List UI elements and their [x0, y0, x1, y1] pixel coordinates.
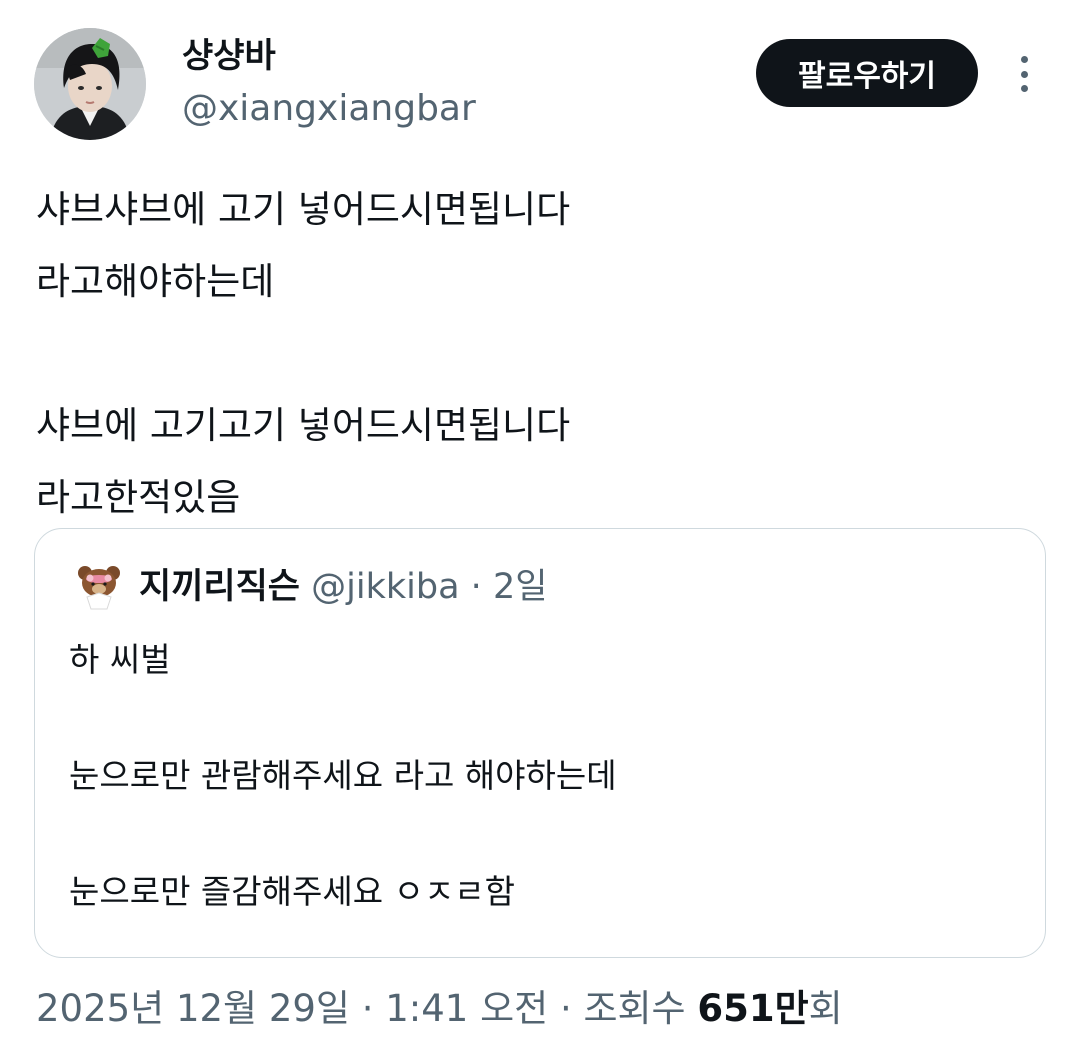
views-count: 651만 [697, 987, 809, 1030]
author-handle[interactable]: @xiangxiangbar [182, 86, 476, 132]
quote-author-handle: @jikkiba [311, 567, 460, 607]
tweet-line: 라고한적있음 [36, 476, 241, 519]
quote-author-avatar[interactable] [75, 563, 123, 611]
more-dot [1020, 85, 1028, 92]
more-dot [1020, 70, 1028, 78]
quoted-tweet-card[interactable]: 지끼리직슨 @jikkiba · 2일 하 씨벌 눈으로만 관람해주세요 라고 … [34, 528, 1046, 958]
tweet-timestamp[interactable]: 2025년 12월 29일 · 1:41 오전 · 조회수 [36, 987, 697, 1030]
quote-time[interactable]: 2일 [493, 567, 547, 607]
quote-line: 하 씨벌 [69, 640, 171, 679]
quote-separator: · [470, 567, 482, 607]
quote-header: 지끼리직슨 @jikkiba · 2일 [139, 563, 547, 611]
tweet-line: 라고해야하는데 [36, 260, 275, 303]
author-avatar[interactable] [34, 28, 146, 140]
more-vertical-icon[interactable] [1006, 52, 1042, 96]
tweet-line: 샤브에 고기고기 넣어드시면됩니다 [36, 404, 571, 447]
quote-line [69, 805, 1009, 863]
quote-body: 하 씨벌 눈으로만 관람해주세요 라고 해야하는데 눈으로만 즐감해주세요 ㅇㅈ… [69, 631, 1009, 921]
quote-author-name[interactable]: 지끼리직슨 [139, 567, 300, 607]
tweet-line [36, 318, 1026, 390]
author-display-name[interactable]: 샹샹바 [182, 34, 276, 78]
tweet-meta-row: 2025년 12월 29일 · 1:41 오전 · 조회수 651만회 [36, 984, 843, 1034]
quote-line: 눈으로만 즐감해주세요 ㅇㅈㄹ함 [69, 872, 516, 911]
views-suffix: 회 [808, 987, 843, 1030]
more-dot [1020, 56, 1028, 63]
author-avatar-image [34, 28, 146, 140]
quote-line: 눈으로만 관람해주세요 라고 해야하는데 [69, 756, 617, 795]
follow-button[interactable]: 팔로우하기 [756, 39, 978, 107]
tweet-line: 샤브샤브에 고기 넣어드시면됩니다 [36, 188, 571, 231]
bear-avatar-image [78, 566, 120, 610]
quote-line [69, 689, 1009, 747]
tweet-body: 샤브샤브에 고기 넣어드시면됩니다 라고해야하는데 샤브에 고기고기 넣어드시면… [36, 174, 1026, 534]
